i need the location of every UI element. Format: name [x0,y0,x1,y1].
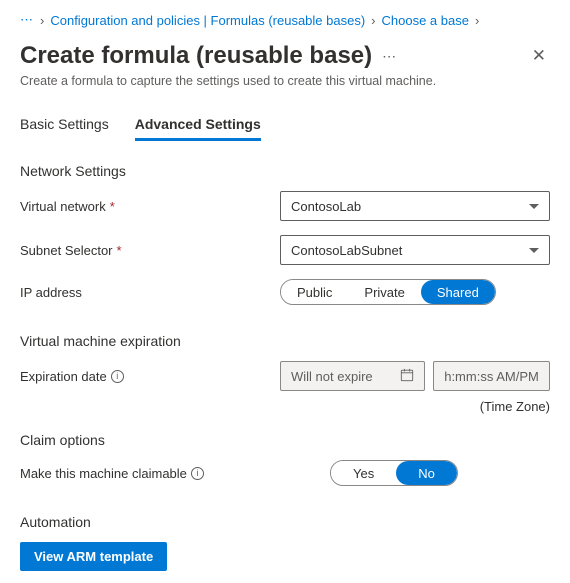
breadcrumb-sep: › [475,13,479,28]
select-virtual-network[interactable]: ContosoLab [280,191,550,221]
claimable-no[interactable]: No [396,461,457,485]
view-arm-template-button[interactable]: View ARM template [20,542,167,571]
ip-option-public[interactable]: Public [281,280,348,304]
label-claimable: Make this machine claimable i [20,466,280,481]
breadcrumb-sep: › [40,13,44,28]
section-claim: Claim options [20,432,550,448]
tabs: Basic Settings Advanced Settings [20,116,550,141]
label-ip-address: IP address [20,285,280,300]
label-virtual-network: Virtual network * [20,199,280,214]
tab-advanced-settings[interactable]: Advanced Settings [135,116,261,141]
claimable-toggle: Yes No [330,460,458,486]
breadcrumb: ⋯ › Configuration and policies | Formula… [20,12,550,28]
label-subnet-selector: Subnet Selector * [20,243,280,258]
section-automation: Automation [20,514,550,530]
breadcrumb-link-choose-base[interactable]: Choose a base [382,13,469,28]
ip-address-toggle: Public Private Shared [280,279,496,305]
ip-option-shared[interactable]: Shared [421,280,495,304]
more-icon[interactable]: ⋯ [382,48,397,65]
tab-basic-settings[interactable]: Basic Settings [20,116,109,141]
select-subnet[interactable]: ContosoLabSubnet [280,235,550,265]
page-subtitle: Create a formula to capture the settings… [20,74,550,88]
required-marker: * [117,243,122,258]
calendar-icon [400,368,414,385]
info-icon[interactable]: i [111,370,124,383]
close-icon[interactable]: ✕ [528,42,550,70]
info-icon[interactable]: i [191,467,204,480]
page-title: Create formula (reusable base) [20,42,372,70]
claimable-yes[interactable]: Yes [331,461,396,485]
ip-option-private[interactable]: Private [348,280,420,304]
section-network: Network Settings [20,163,550,179]
section-expiration: Virtual machine expiration [20,333,550,349]
breadcrumb-link-config[interactable]: Configuration and policies | Formulas (r… [50,13,365,28]
input-expiration-date[interactable]: Will not expire [280,361,425,391]
title-row: Create formula (reusable base) ⋯ ✕ [20,42,550,70]
label-expiration-date: Expiration date i [20,369,280,384]
breadcrumb-sep: › [371,13,375,28]
input-expiration-time[interactable]: h:mm:ss AM/PM [433,361,550,391]
timezone-note: (Time Zone) [20,399,550,414]
breadcrumb-overflow[interactable]: ⋯ [20,12,34,28]
required-marker: * [110,199,115,214]
